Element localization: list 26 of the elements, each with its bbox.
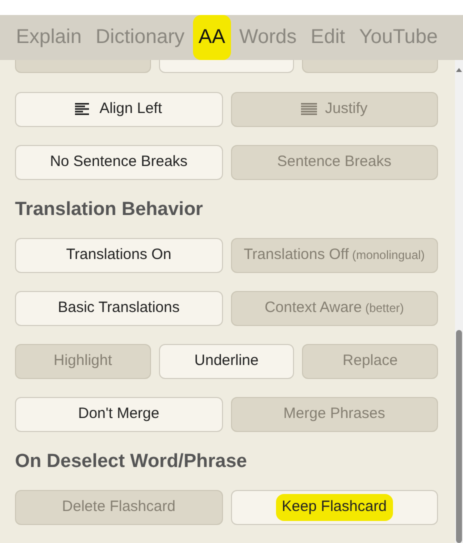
option-button[interactable]: Translations On — [15, 238, 222, 273]
option-button[interactable]: Underline — [158, 344, 294, 379]
section-heading: On Deselect Word/Phrase — [15, 450, 248, 474]
option-button[interactable]: Translations Off (monolingual) — [230, 238, 438, 273]
tab[interactable]: Explain — [10, 15, 88, 60]
tab[interactable]: Words — [233, 15, 303, 60]
option-button[interactable]: Merge Phrases — [230, 397, 438, 432]
option-button[interactable]: Sentence Breaks — [230, 145, 438, 180]
section-heading: Translation Behavior — [15, 198, 204, 222]
tab[interactable]: YouTube — [353, 15, 444, 60]
align-left-icon — [75, 103, 92, 116]
option-button[interactable]: Delete Flashcard — [15, 490, 222, 525]
option-button[interactable]: Basic Translations — [15, 291, 222, 326]
option-button[interactable]: Justify — [230, 92, 438, 127]
option-button[interactable]: Don't Merge — [15, 397, 222, 432]
option-button[interactable]: No Sentence Breaks — [15, 145, 222, 180]
option-button[interactable]: Align Left — [15, 92, 222, 127]
tab[interactable]: Edit — [304, 15, 352, 60]
tab[interactable]: AA — [192, 15, 232, 60]
justify-icon — [300, 103, 317, 116]
scrollbar[interactable] — [455, 60, 463, 543]
option-button[interactable]: Context Aware (better) — [230, 291, 438, 326]
option-button[interactable]: Highlight — [15, 344, 151, 379]
option-button[interactable]: Keep Flashcard — [230, 490, 438, 525]
tab[interactable]: Dictionary — [90, 15, 191, 60]
option-button[interactable]: Replace — [302, 344, 438, 379]
